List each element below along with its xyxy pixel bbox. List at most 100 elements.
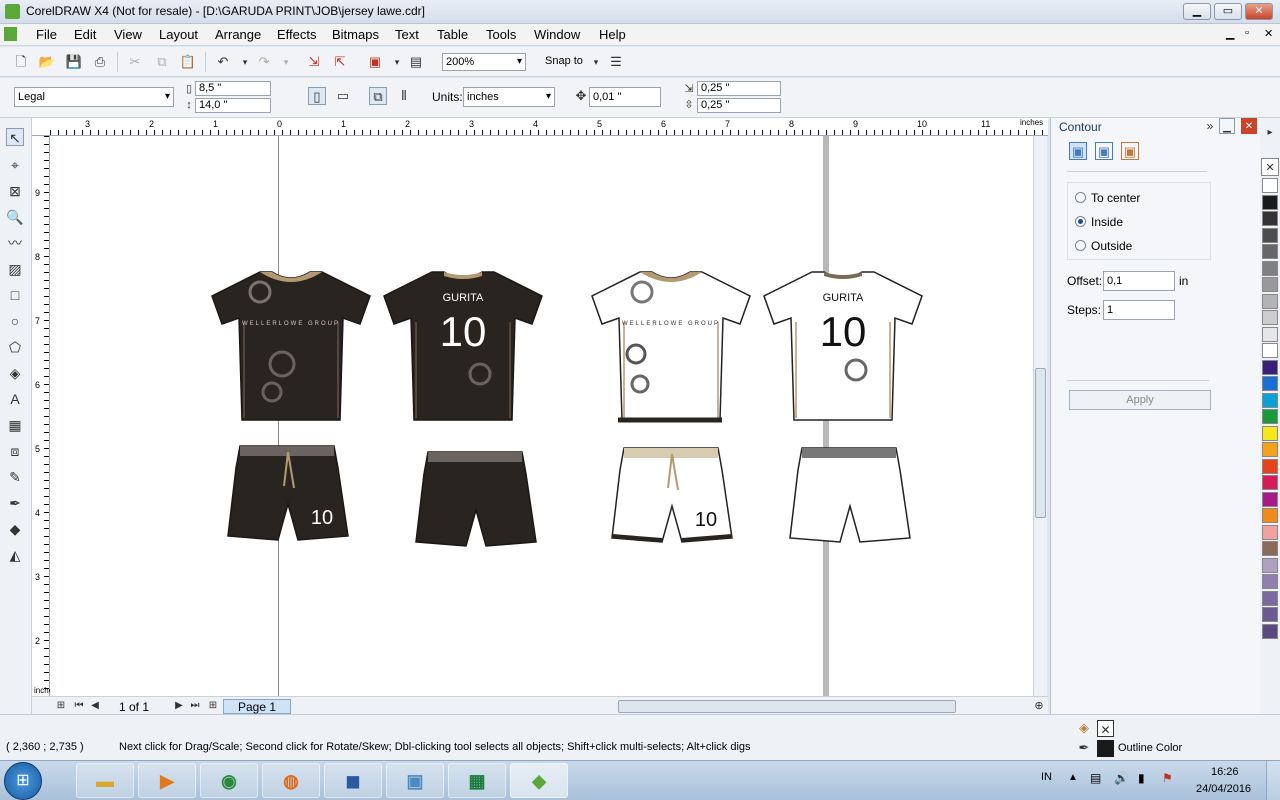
new-icon[interactable]: 🗋: [12, 53, 30, 71]
cut-icon[interactable]: ✂: [126, 53, 144, 71]
import-icon[interactable]: ⇲: [305, 53, 323, 71]
palette-swatch[interactable]: [1262, 277, 1278, 292]
palette-swatch[interactable]: [1262, 211, 1278, 226]
dark-shorts-front[interactable]: 10: [227, 445, 349, 541]
contour-color-icon[interactable]: ▣: [1095, 142, 1113, 160]
menu-table[interactable]: Table: [437, 27, 468, 42]
media-player-taskbar-button[interactable]: ▶: [138, 763, 196, 798]
palette-swatch[interactable]: [1262, 194, 1278, 210]
palette-swatch[interactable]: [1262, 541, 1278, 556]
text-tool-icon[interactable]: A: [6, 390, 24, 408]
palette-swatch[interactable]: [1262, 607, 1278, 622]
docker-close-button[interactable]: ✕: [1241, 118, 1257, 134]
white-shorts-front[interactable]: 10: [611, 447, 733, 543]
palette-swatch[interactable]: [1262, 227, 1278, 243]
nudge-field[interactable]: 0,01 ": [589, 87, 661, 107]
freehand-tool-icon[interactable]: 〰: [6, 234, 24, 252]
show-desktop-button[interactable]: [1266, 761, 1280, 800]
action-center-icon[interactable]: ⚑: [1162, 771, 1173, 785]
clock-time[interactable]: 16:26: [1211, 766, 1239, 778]
palette-swatch[interactable]: [1262, 524, 1278, 540]
scroll-thumb[interactable]: [1035, 368, 1046, 518]
zoom-tool-icon[interactable]: 🔍: [6, 208, 24, 226]
menu-edit[interactable]: Edit: [74, 27, 96, 42]
crop-tool-icon[interactable]: ⊠: [6, 182, 24, 200]
palette-swatch[interactable]: [1262, 590, 1278, 606]
no-color-swatch-icon[interactable]: ✕: [1261, 158, 1279, 176]
fill-none-swatch-icon[interactable]: ✕: [1097, 720, 1114, 737]
steps-field[interactable]: 1: [1103, 300, 1175, 320]
palette-swatch[interactable]: [1262, 475, 1278, 490]
excel-taskbar-button[interactable]: ▦: [448, 763, 506, 798]
portrait-icon[interactable]: ▯: [308, 87, 326, 105]
radio-to-center[interactable]: [1075, 192, 1086, 203]
palette-swatch[interactable]: [1262, 359, 1278, 375]
table-tool-icon[interactable]: ▦: [6, 416, 24, 434]
shape-tool-icon[interactable]: ⌖: [6, 156, 24, 174]
page-width-field[interactable]: 8,5 ": [195, 81, 271, 96]
menu-effects[interactable]: Effects: [277, 27, 317, 42]
docker-minimize-button[interactable]: ▁: [1219, 118, 1235, 134]
smart-fill-tool-icon[interactable]: ▨: [6, 260, 24, 278]
explorer-taskbar-button[interactable]: ▬: [76, 763, 134, 798]
units-select[interactable]: inches: [463, 87, 555, 107]
doc-close-button[interactable]: ✕: [1264, 27, 1273, 40]
palette-swatch[interactable]: [1262, 491, 1278, 507]
duplicate-y-field[interactable]: 0,25 ": [697, 98, 781, 113]
welcome-screen-icon[interactable]: ▤: [407, 53, 425, 71]
ellipse-tool-icon[interactable]: ○: [6, 312, 24, 330]
volume-icon[interactable]: 🔊: [1114, 771, 1129, 785]
interactive-blend-tool-icon[interactable]: ⧈: [6, 442, 24, 460]
last-page-icon[interactable]: ⏭: [186, 697, 204, 715]
add-page-icon[interactable]: ⊞: [52, 697, 70, 715]
palette-swatch[interactable]: [1262, 442, 1278, 457]
clock-date[interactable]: 24/04/2016: [1196, 783, 1251, 795]
polygon-tool-icon[interactable]: ⬠: [6, 338, 24, 356]
vertical-ruler[interactable]: 9 8 7 6 5 4 3 2 inches: [32, 136, 57, 696]
menu-bitmaps[interactable]: Bitmaps: [332, 27, 379, 42]
palette-swatch[interactable]: [1262, 343, 1278, 358]
rectangle-tool-icon[interactable]: □: [6, 286, 24, 304]
expand-icon[interactable]: »: [1201, 117, 1219, 135]
palette-swatch[interactable]: [1262, 623, 1278, 639]
palette-swatch[interactable]: [1262, 260, 1278, 276]
menu-arrange[interactable]: Arrange: [215, 27, 261, 42]
prev-page-icon[interactable]: ◀: [86, 697, 104, 715]
drawing-canvas[interactable]: WELLERLOWE GROUP 10 GURITA 10 WELLERLOWE…: [50, 136, 1047, 696]
save-icon[interactable]: 💾: [65, 53, 83, 71]
redo-icon[interactable]: ↷: [255, 53, 273, 71]
page-size-select[interactable]: Legal: [14, 87, 174, 107]
palette-swatch[interactable]: [1262, 458, 1278, 474]
paste-icon[interactable]: 📋: [179, 53, 197, 71]
chrome-taskbar-button[interactable]: ◉: [200, 763, 258, 798]
outline-tool-icon[interactable]: ✒: [6, 494, 24, 512]
offset-field[interactable]: 0,1: [1103, 271, 1175, 291]
picture-viewer-taskbar-button[interactable]: ▣: [386, 763, 444, 798]
palette-swatch[interactable]: [1262, 178, 1278, 193]
coreldraw-taskbar-button[interactable]: ◆: [510, 763, 568, 798]
menu-file[interactable]: File: [36, 27, 57, 42]
palette-swatch[interactable]: [1262, 244, 1278, 259]
undo-dropdown-icon[interactable]: ▾: [236, 53, 254, 71]
menu-help[interactable]: Help: [599, 27, 626, 42]
copy-icon[interactable]: ⧉: [153, 53, 171, 71]
doc-restore-button[interactable]: ▫: [1245, 27, 1249, 39]
pick-tool-icon[interactable]: ↖: [6, 128, 24, 146]
fill-tool-icon[interactable]: ◆: [6, 520, 24, 538]
outline-color-swatch[interactable]: [1097, 740, 1114, 757]
menu-tools[interactable]: Tools: [486, 27, 516, 42]
application-launcher-icon[interactable]: ▣: [366, 53, 384, 71]
menu-view[interactable]: View: [114, 27, 142, 42]
print-icon[interactable]: ⎙: [91, 53, 109, 71]
page-height-field[interactable]: 14,0 ": [195, 98, 271, 113]
duplicate-x-field[interactable]: 0,25 ": [697, 81, 781, 96]
palette-swatch[interactable]: [1262, 376, 1278, 391]
white-jersey-back[interactable]: GURITA 10: [763, 271, 923, 421]
snap-to-button[interactable]: Snap to: [545, 55, 583, 67]
horizontal-scroll-thumb[interactable]: [618, 700, 956, 713]
navigator-icon[interactable]: ⊕: [1030, 697, 1048, 715]
palette-swatch[interactable]: [1262, 326, 1278, 342]
radio-outside[interactable]: [1075, 240, 1086, 251]
contour-accel-icon[interactable]: ▣: [1121, 142, 1139, 160]
current-page-icon[interactable]: ⫴: [395, 87, 413, 105]
